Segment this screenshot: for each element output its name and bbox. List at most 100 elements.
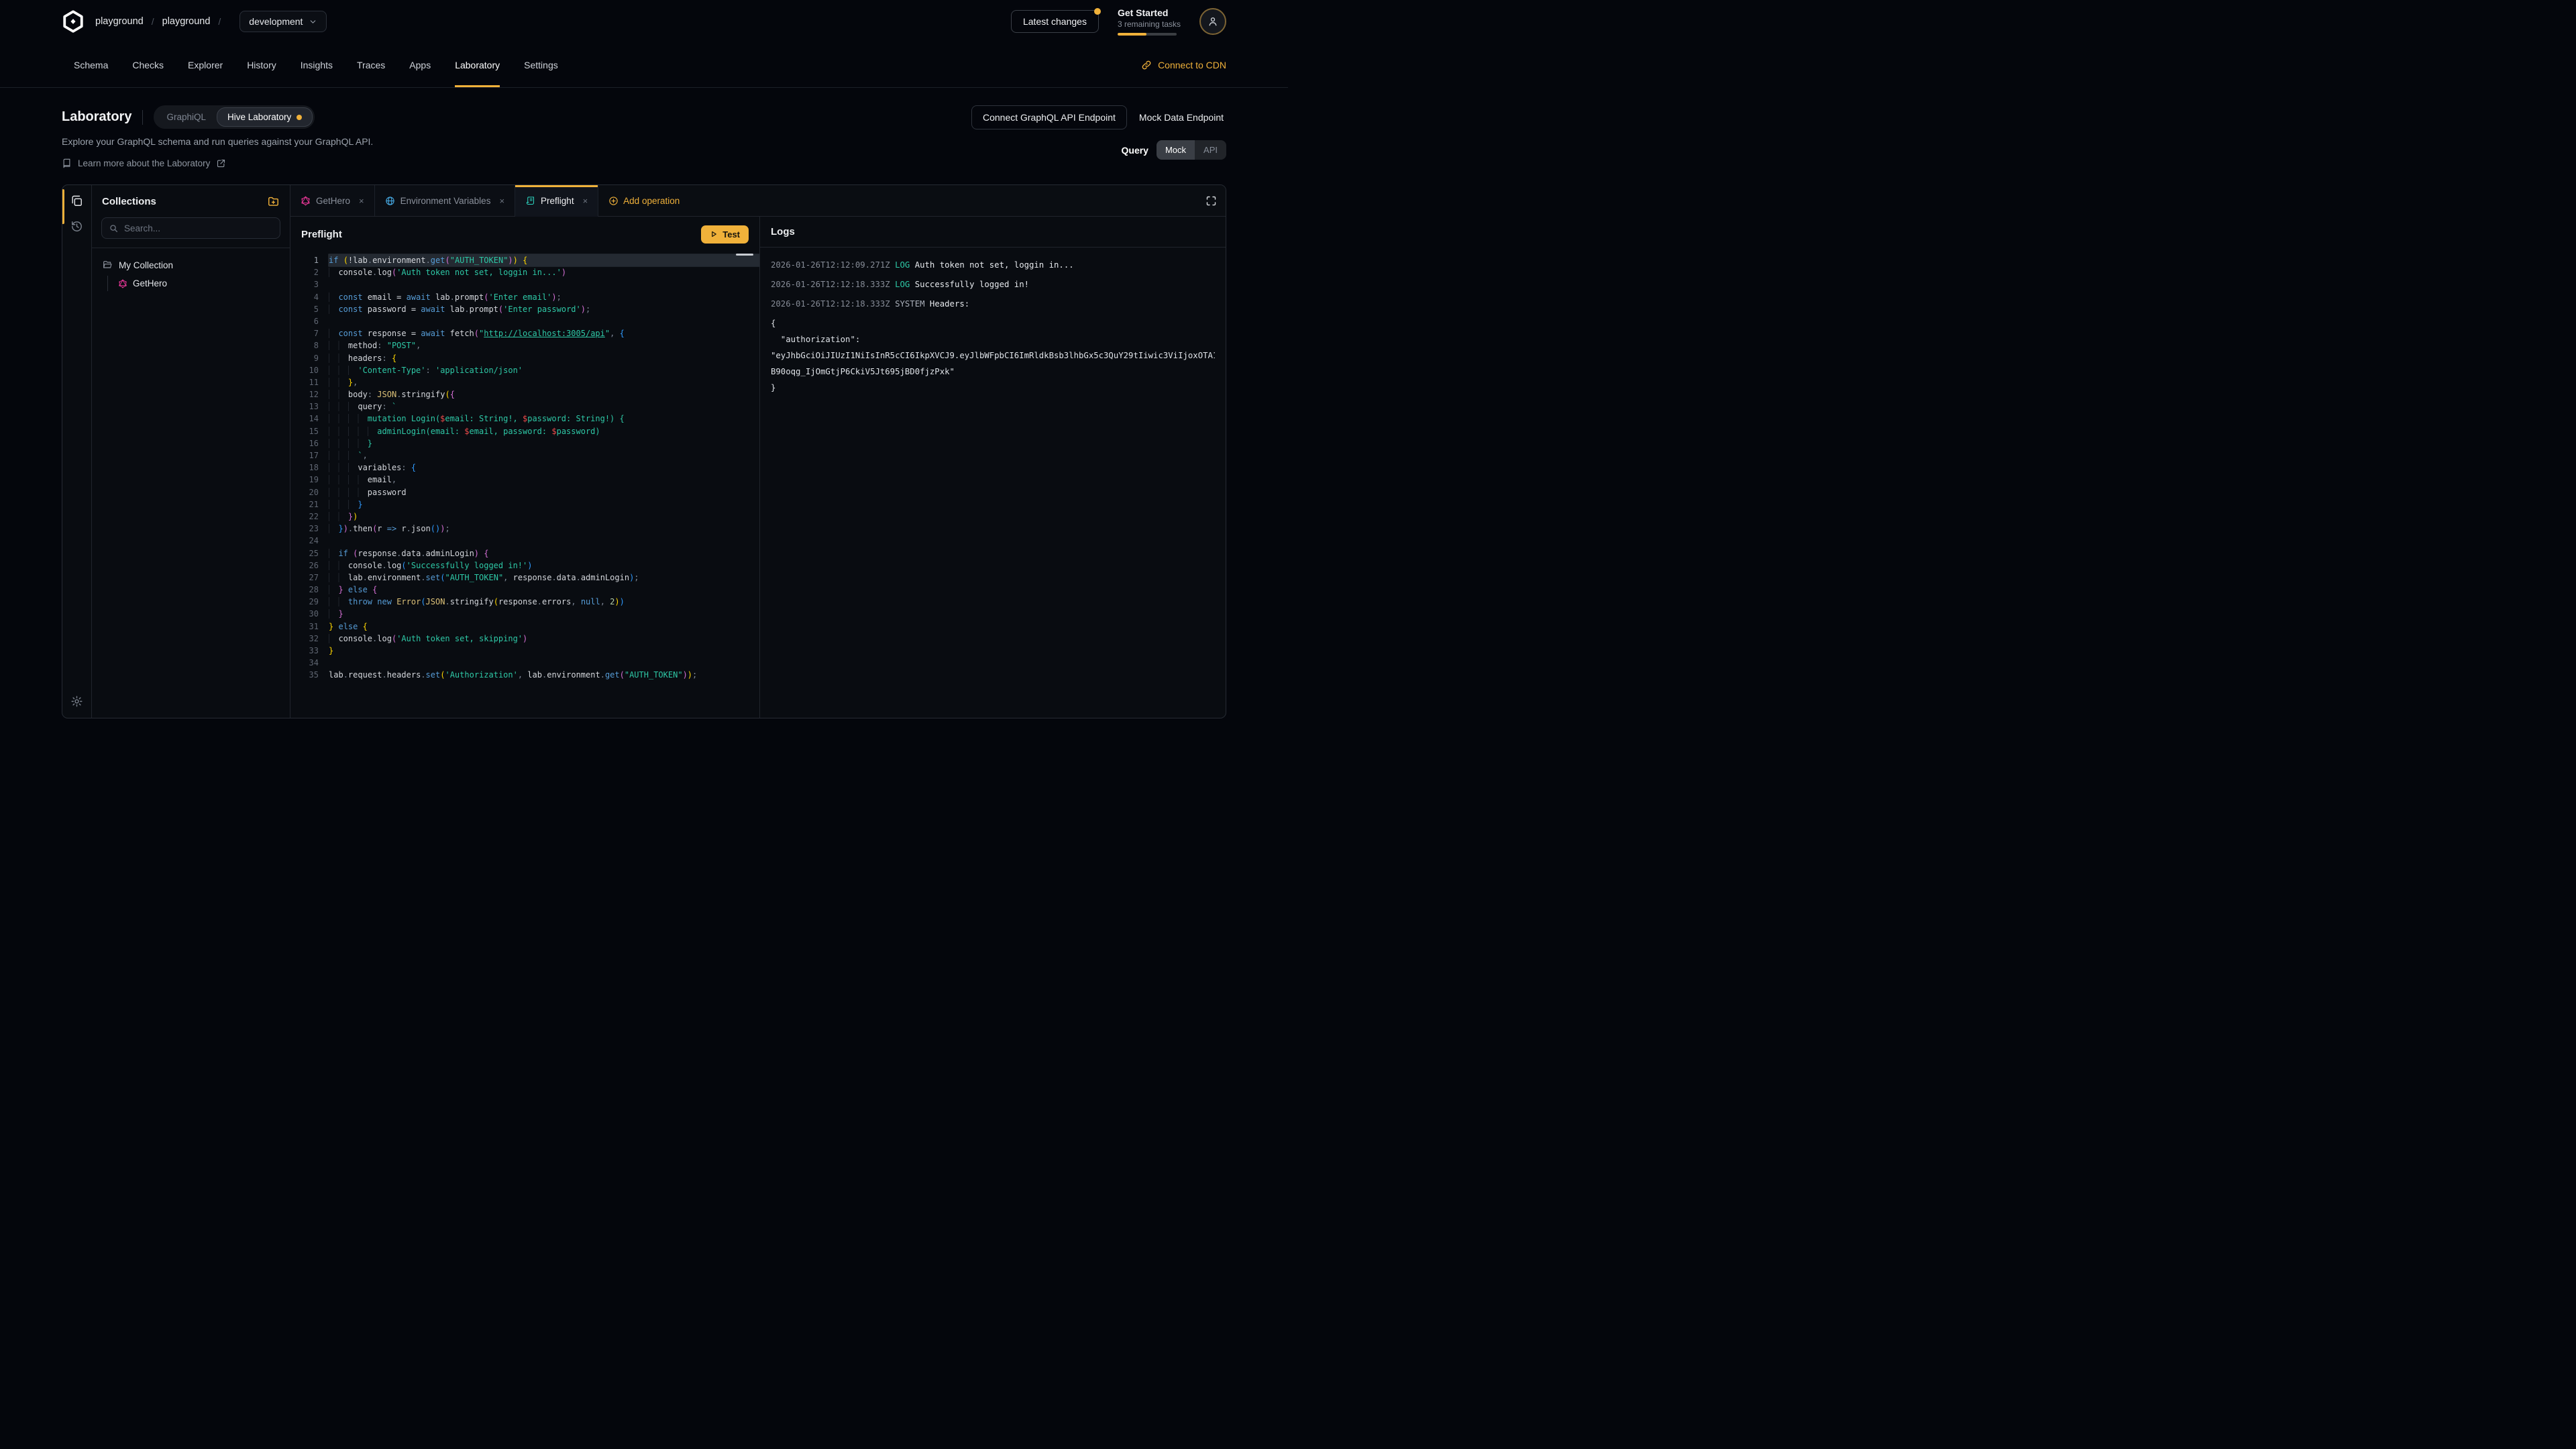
line-content: method: "POST", <box>329 339 759 352</box>
line-number: 15 <box>290 425 319 437</box>
connect-endpoint-button[interactable]: Connect GraphQL API Endpoint <box>971 105 1127 129</box>
line-content: } else { <box>329 621 759 633</box>
hive-logo-icon[interactable] <box>62 10 85 33</box>
collections-rail-button[interactable] <box>70 193 85 208</box>
operation-item[interactable]: GetHero <box>118 276 280 291</box>
close-icon[interactable]: × <box>583 196 588 206</box>
code-line: 7 const response = await fetch("http://l… <box>290 327 759 339</box>
target-select[interactable]: development <box>239 11 327 32</box>
code-line: 25 if (response.data.adminLogin) { <box>290 547 759 559</box>
code-line: 32 console.log('Auth token set, skipping… <box>290 633 759 645</box>
laboratory-panel: Collections My Collection GetHero GetHero… <box>62 184 1226 718</box>
new-collection-button[interactable] <box>267 195 280 208</box>
header-right: Latest changes Get Started 3 remaining t… <box>1011 7 1226 36</box>
page-subtitle: Explore your GraphQL schema and run quer… <box>62 136 1226 147</box>
query-mode-api[interactable]: API <box>1195 140 1226 160</box>
line-content: password <box>329 486 759 498</box>
close-icon[interactable]: × <box>359 196 364 206</box>
line-number: 21 <box>290 498 319 511</box>
search-icon <box>109 223 119 233</box>
page-title: Laboratory <box>62 109 131 125</box>
test-button[interactable]: Test <box>701 225 749 244</box>
line-number: 18 <box>290 462 319 474</box>
breadcrumb-org[interactable]: playground <box>95 16 144 27</box>
line-number: 26 <box>290 559 319 572</box>
log-timestamp: 2026-01-26T12:12:09.271Z <box>771 260 895 270</box>
log-level: SYSTEM <box>895 299 930 309</box>
code-line: 6 <box>290 315 759 327</box>
nav-item-laboratory[interactable]: Laboratory <box>455 43 500 87</box>
tab-environment-variables[interactable]: Environment Variables × <box>375 185 515 216</box>
code-line: 17 `, <box>290 449 759 462</box>
get-started-widget[interactable]: Get Started 3 remaining tasks <box>1118 7 1181 36</box>
play-icon <box>710 230 718 238</box>
code-line: 14 mutation Login($email: String!, $pass… <box>290 413 759 425</box>
mock-endpoint-button[interactable]: Mock Data Endpoint <box>1136 106 1226 129</box>
editor-scroll-indicator[interactable] <box>736 254 753 256</box>
active-dot <box>297 115 302 120</box>
collection-children: GetHero <box>107 276 280 291</box>
line-content: mutation Login($email: String!, $passwor… <box>329 413 759 425</box>
line-number: 19 <box>290 474 319 486</box>
line-number: 8 <box>290 339 319 352</box>
history-rail-button[interactable] <box>70 219 85 233</box>
log-message: Headers: <box>930 299 969 309</box>
nav-item-traces[interactable]: Traces <box>357 43 385 87</box>
nav-item-checks[interactable]: Checks <box>132 43 164 87</box>
nav-item-settings[interactable]: Settings <box>524 43 558 87</box>
line-content: } <box>329 608 759 620</box>
nav-item-explorer[interactable]: Explorer <box>188 43 223 87</box>
collection-folder[interactable]: My Collection <box>102 260 280 270</box>
get-started-title: Get Started <box>1118 7 1181 18</box>
latest-changes-button[interactable]: Latest changes <box>1011 10 1099 33</box>
toggle-option-hive-laboratory[interactable]: Hive Laboratory <box>217 107 313 127</box>
code-line: 3 <box>290 278 759 290</box>
code-line: 30 } <box>290 608 759 620</box>
avatar[interactable] <box>1199 8 1226 35</box>
learn-more-link[interactable]: Learn more about the Laboratory <box>62 158 1226 168</box>
log-message: Auth token not set, loggin in... <box>915 260 1074 270</box>
settings-rail-button[interactable] <box>70 694 85 708</box>
connect-cdn-label: Connect to CDN <box>1158 60 1226 70</box>
toggle-option-graphiql[interactable]: GraphiQL <box>156 107 217 127</box>
line-content: adminLogin(email: $email, password: $pas… <box>329 425 759 437</box>
line-number: 32 <box>290 633 319 645</box>
query-mode-toggle: MockAPI <box>1157 140 1226 160</box>
folders-icon <box>70 195 83 207</box>
notification-dot <box>1094 8 1101 15</box>
nav-item-schema[interactable]: Schema <box>74 43 108 87</box>
nav-item-insights[interactable]: Insights <box>301 43 333 87</box>
code-line: 11 }, <box>290 376 759 388</box>
code-line: 9 headers: { <box>290 352 759 364</box>
line-content: const password = await lab.prompt('Enter… <box>329 303 759 315</box>
line-number: 17 <box>290 449 319 462</box>
code-editor[interactable]: 1if (!lab.environment.get("AUTH_TOKEN"))… <box>290 252 759 718</box>
log-entry: 2026-01-26T12:12:18.333Z SYSTEM Headers: <box>771 296 1215 312</box>
tab-label: Environment Variables <box>400 196 491 206</box>
line-number: 9 <box>290 352 319 364</box>
query-mode-mock[interactable]: Mock <box>1157 140 1195 160</box>
close-icon[interactable]: × <box>499 196 504 206</box>
breadcrumb-separator: / <box>218 16 221 27</box>
fullscreen-button[interactable] <box>1205 195 1217 207</box>
log-json-line: } <box>771 380 1215 396</box>
tab-preflight[interactable]: Preflight× <box>515 185 598 217</box>
line-content: console.log('Auth token not set, loggin … <box>329 266 759 278</box>
nav-item-history[interactable]: History <box>247 43 276 87</box>
search-input[interactable] <box>124 223 273 233</box>
tab-gethero[interactable]: GetHero× <box>290 185 375 216</box>
tab-add-operation[interactable]: Add operation <box>598 185 690 216</box>
line-number: 22 <box>290 511 319 523</box>
collections-title: Collections <box>102 196 156 207</box>
nav-item-apps[interactable]: Apps <box>409 43 431 87</box>
line-content: query: ` <box>329 400 759 413</box>
line-number: 35 <box>290 669 319 681</box>
collections-search[interactable] <box>101 217 280 239</box>
line-content: if (!lab.environment.get("AUTH_TOKEN")) … <box>329 254 759 266</box>
breadcrumb-project[interactable]: playground <box>162 16 211 27</box>
connect-cdn-button[interactable]: Connect to CDN <box>1141 43 1226 87</box>
code-line: 18 variables: { <box>290 462 759 474</box>
plus-circle-icon <box>608 196 619 206</box>
line-content <box>329 315 759 327</box>
laboratory-mode-toggle: GraphiQLHive Laboratory <box>154 105 315 129</box>
